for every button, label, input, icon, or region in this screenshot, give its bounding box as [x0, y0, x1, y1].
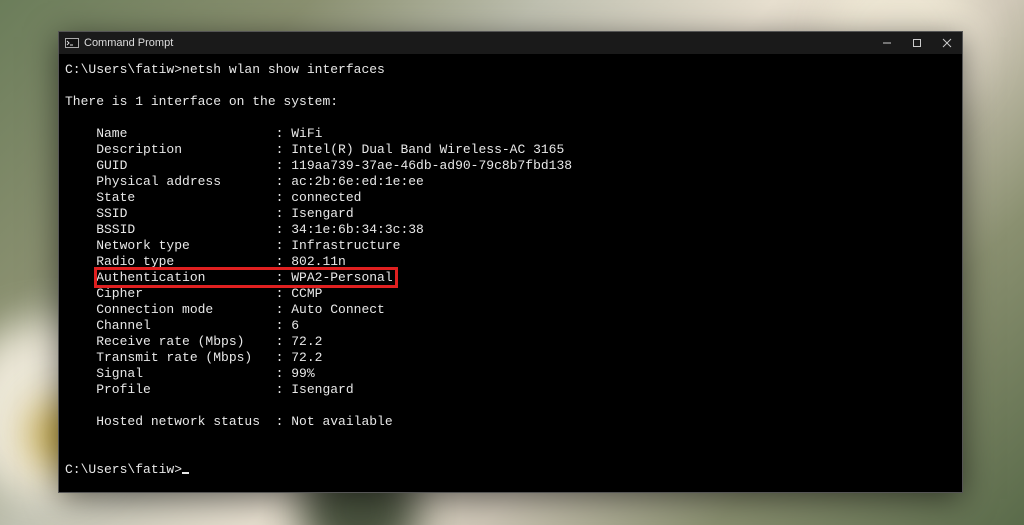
command-prompt-icon	[65, 38, 79, 48]
command-prompt-window: Command Prompt C:\Users\fatiw>netsh wlan…	[58, 31, 963, 493]
terminal-line: Name : WiFi	[65, 126, 322, 141]
terminal-line: Transmit rate (Mbps) : 72.2	[65, 350, 322, 365]
terminal-line: Connection mode : Auto Connect	[65, 302, 385, 317]
terminal-line: Physical address : ac:2b:6e:ed:1e:ee	[65, 174, 424, 189]
terminal-line: Channel : 6	[65, 318, 299, 333]
terminal-line: Hosted network status : Not available	[65, 414, 393, 429]
terminal-prompt: C:\Users\fatiw>	[65, 462, 182, 477]
terminal-line: C:\Users\fatiw>netsh wlan show interface…	[65, 62, 385, 77]
maximize-button[interactable]	[902, 32, 932, 54]
terminal-line: Network type : Infrastructure	[65, 238, 400, 253]
terminal-line: Cipher : CCMP	[65, 286, 322, 301]
terminal-output[interactable]: C:\Users\fatiw>netsh wlan show interface…	[59, 54, 962, 492]
minimize-button[interactable]	[872, 32, 902, 54]
terminal-line: There is 1 interface on the system:	[65, 94, 338, 109]
close-button[interactable]	[932, 32, 962, 54]
terminal-line: Description : Intel(R) Dual Band Wireles…	[65, 142, 564, 157]
terminal-line: Authentication : WPA2-Personal	[65, 270, 393, 285]
terminal-line: GUID : 119aa739-37ae-46db-ad90-79c8b7fbd…	[65, 158, 572, 173]
terminal-line: Radio type : 802.11n	[65, 254, 346, 269]
titlebar[interactable]: Command Prompt	[59, 32, 962, 54]
terminal-line: Signal : 99%	[65, 366, 315, 381]
terminal-line: Profile : Isengard	[65, 382, 354, 397]
cursor	[182, 472, 189, 474]
terminal-line: Receive rate (Mbps) : 72.2	[65, 334, 322, 349]
window-title: Command Prompt	[84, 37, 173, 49]
terminal-line: State : connected	[65, 190, 361, 205]
terminal-line: SSID : Isengard	[65, 206, 354, 221]
terminal-line: BSSID : 34:1e:6b:34:3c:38	[65, 222, 424, 237]
